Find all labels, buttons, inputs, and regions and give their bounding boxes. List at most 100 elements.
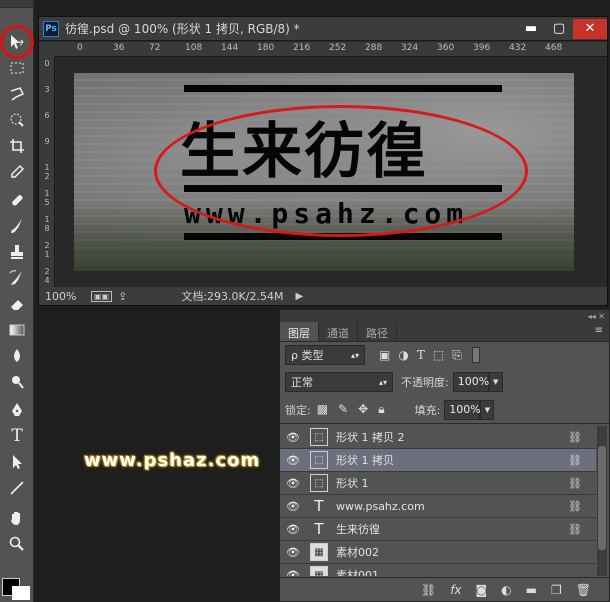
tab-channels[interactable]: 通道 <box>319 322 358 341</box>
ruler-h-label: 108 <box>185 43 203 53</box>
layer-row[interactable]: 👁︎ ▦ 素材002 <box>280 541 596 564</box>
toolbar-grip[interactable] <box>0 0 33 8</box>
filter-pixel-icon[interactable]: ▣ <box>379 348 390 363</box>
quick-selection-tool-icon[interactable] <box>3 108 31 132</box>
history-brush-tool-icon[interactable] <box>3 266 31 290</box>
fill-input[interactable]: 100% <box>444 399 481 420</box>
visibility-eye-icon[interactable]: 👁︎ <box>280 523 306 536</box>
filter-toggle[interactable] <box>471 347 480 363</box>
vertical-ruler[interactable]: 03691 21 51 82 12 4 <box>39 57 55 287</box>
visibility-eye-icon[interactable]: 👁︎ <box>280 454 306 467</box>
layer-row[interactable]: 👁︎ T 生来彷徨 ⛓ <box>280 518 596 541</box>
panel-collapse-icon[interactable]: ◂◂ ✕ <box>588 312 605 321</box>
layer-name[interactable]: 形状 1 拷贝 2 <box>336 429 405 445</box>
visibility-eye-icon[interactable]: 👁︎ <box>280 431 306 444</box>
tab-paths[interactable]: 路径 <box>358 322 397 341</box>
layer-scrollbar[interactable] <box>597 426 607 576</box>
layer-name[interactable]: 生来彷徨 <box>336 521 380 537</box>
dodge-tool-icon[interactable] <box>3 370 31 394</box>
close-button[interactable]: ✕ <box>573 18 607 39</box>
layer-name[interactable]: 素材002 <box>336 544 379 560</box>
eraser-tool-icon[interactable] <box>3 292 31 316</box>
minimize-button[interactable]: ▬ <box>517 19 545 39</box>
shape-layer-thumbnail-icon: ⬚ <box>310 451 328 469</box>
visibility-eye-icon[interactable]: 👁︎ <box>280 477 306 490</box>
fill-label: 填充: <box>414 403 441 417</box>
layer-row[interactable]: 👁︎ Twww.psahz.com ⛓ <box>280 495 596 518</box>
brush-tool-icon[interactable] <box>3 214 31 238</box>
healing-brush-tool-icon[interactable] <box>3 188 31 212</box>
marquee-tool-icon[interactable] <box>3 56 31 80</box>
visibility-eye-icon[interactable]: 👁︎ <box>280 500 306 513</box>
crop-tool-icon[interactable] <box>3 134 31 158</box>
lock-all-icon[interactable]: 🔒︎ <box>378 402 384 417</box>
layer-link-icon: ⛓ <box>568 522 582 536</box>
filter-type-select[interactable]: ρ 类型 ▴▾ <box>285 345 365 365</box>
proof-icon[interactable]: ▣▣ <box>91 290 113 302</box>
add-mask-icon[interactable]: ◙ <box>476 583 488 597</box>
layer-name[interactable]: 形状 1 <box>336 475 369 491</box>
ruler-v-label: 3 <box>44 85 50 94</box>
background-color[interactable] <box>12 586 30 600</box>
gradient-tool-icon[interactable] <box>3 318 31 342</box>
ruler-h-label: 468 <box>545 43 563 53</box>
move-tool-icon[interactable] <box>3 30 31 54</box>
ruler-h-label: 288 <box>365 43 383 53</box>
pen-tool-icon[interactable] <box>3 398 31 422</box>
horizontal-ruler[interactable]: 0 36 72 108 144 180 216 252 288 324 360 396 432 468 <box>55 42 607 57</box>
adjustment-layer-icon[interactable]: ◐ <box>501 583 511 597</box>
zoom-tool-icon[interactable] <box>3 532 31 556</box>
layer-row[interactable]: 👁︎ ▦ 素材001 <box>280 564 596 576</box>
status-menu-arrow-icon[interactable]: ▶ <box>295 291 303 302</box>
tab-layers[interactable]: 图层 <box>280 322 319 341</box>
filter-smartobject-icon[interactable]: ⎘ <box>452 348 462 363</box>
fill-dropdown-icon[interactable]: ▼ <box>480 399 495 420</box>
panel-footer: ⛓ fx ◙ ◐ ▬ ❐ 🗑︎ <box>280 577 609 601</box>
blend-mode-select[interactable]: 正常 ▴▾ <box>285 372 393 392</box>
ruler-h-label: 0 <box>77 43 83 53</box>
link-layers-icon[interactable]: ⛓ <box>421 583 436 597</box>
hand-tool-icon[interactable] <box>3 506 31 530</box>
new-group-icon[interactable]: ▬ <box>526 583 537 597</box>
line-tool-icon[interactable] <box>3 476 31 500</box>
filter-shape-icon[interactable]: ⬚ <box>433 348 444 363</box>
panel-tabs: 图层 通道 路径 ≡ <box>280 322 609 342</box>
layer-row[interactable]: 👁︎ ⬚ 形状 1 ⛓ <box>280 472 596 495</box>
filter-type-label: ρ 类型 <box>291 349 324 362</box>
blur-tool-icon[interactable] <box>3 344 31 368</box>
zoom-level[interactable]: 100% <box>45 290 91 303</box>
filter-row: ρ 类型 ▴▾ ▣ ◑ T ⬚ ⎘ <box>280 342 609 368</box>
layer-row[interactable]: 👁︎ ⬚ 形状 1 拷贝 2 ⛓ <box>280 426 596 449</box>
ruler-origin[interactable] <box>39 42 55 57</box>
opacity-dropdown-icon[interactable]: ▼ <box>488 372 503 392</box>
layer-row[interactable]: 👁︎ ⬚ 形状 1 拷贝 ⛓ <box>280 449 596 472</box>
new-layer-icon[interactable]: ❐ <box>551 583 562 597</box>
ruler-h-label: 396 <box>473 43 491 53</box>
lock-position-icon[interactable]: ✥ <box>358 402 368 417</box>
filter-adjustment-icon[interactable]: ◑ <box>398 348 408 363</box>
lock-image-icon[interactable]: ✎ <box>338 402 348 417</box>
eyedropper-tool-icon[interactable] <box>3 160 31 184</box>
layer-scrollbar-thumb[interactable] <box>598 446 606 550</box>
layer-name[interactable]: 素材001 <box>336 567 379 576</box>
lasso-tool-icon[interactable] <box>3 82 31 106</box>
filter-type-icon[interactable]: T <box>417 348 425 363</box>
layer-style-icon[interactable]: fx <box>450 583 461 597</box>
lock-transparent-icon[interactable]: ▩ <box>317 402 328 417</box>
type-tool-icon[interactable]: T <box>3 424 31 448</box>
visibility-eye-icon[interactable]: 👁︎ <box>280 569 306 577</box>
path-selection-tool-icon[interactable] <box>3 450 31 474</box>
document-titlebar[interactable]: Ps 彷徨.psd @ 100% (形状 1 拷贝, RGB/8) * ▬ ▢ … <box>39 17 607 41</box>
layer-link-icon: ⛓ <box>568 430 582 444</box>
share-icon[interactable]: ⇪ <box>118 290 127 303</box>
delete-layer-icon[interactable]: 🗑︎ <box>576 583 591 597</box>
color-swatches[interactable] <box>2 568 32 600</box>
visibility-eye-icon[interactable]: 👁︎ <box>280 546 306 559</box>
layer-name[interactable]: 形状 1 拷贝 <box>336 452 394 468</box>
canvas-area[interactable]: 生来彷徨 www.psahz.com <box>56 58 607 287</box>
maximize-button[interactable]: ▢ <box>545 19 573 39</box>
panel-menu-icon[interactable]: ≡ <box>589 322 609 341</box>
clone-stamp-tool-icon[interactable] <box>3 240 31 264</box>
layer-name[interactable]: www.psahz.com <box>336 500 425 513</box>
opacity-input[interactable]: 100% <box>452 372 489 392</box>
